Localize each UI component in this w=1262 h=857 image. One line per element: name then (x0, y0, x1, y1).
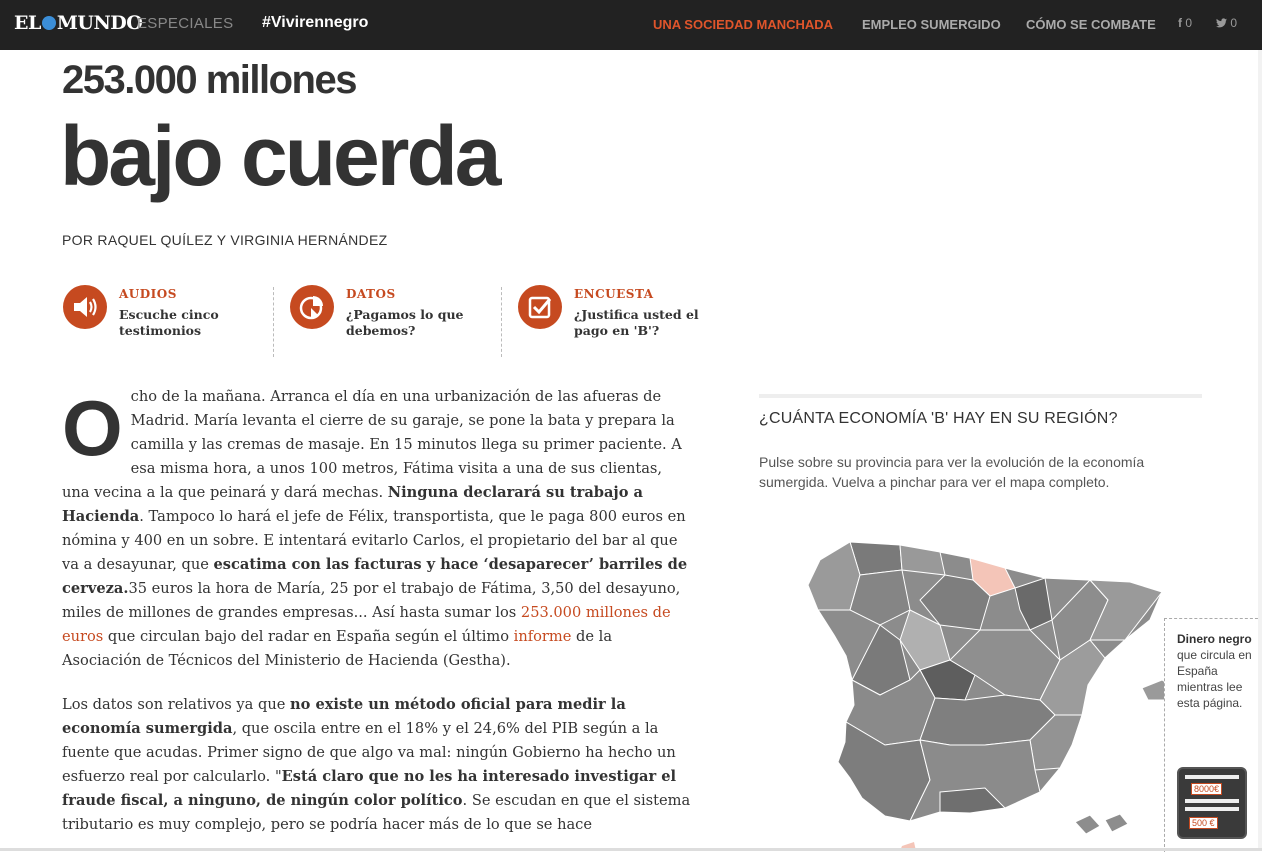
counter-slot (1185, 775, 1239, 779)
facebook-icon: f (1178, 16, 1182, 30)
feature-title: DATOS (346, 287, 396, 301)
link-informe[interactable]: informe (514, 628, 572, 645)
counter-slot (1185, 807, 1239, 811)
dinero-negro-text: Dinero negro que circula en España mient… (1177, 631, 1257, 711)
dinero-negro-widget: Dinero negro que circula en España mient… (1164, 618, 1262, 852)
feature-divider (273, 287, 274, 357)
spain-province-map[interactable] (790, 530, 1190, 851)
counter-slot (1185, 799, 1239, 803)
text-run: Los datos son relativos ya que (62, 696, 291, 713)
feature-title: ENCUESTA (574, 287, 654, 301)
twitter-count: 0 (1230, 16, 1238, 30)
feature-datos[interactable]: DATOS ¿Pagamos lo que debemos? (290, 285, 490, 357)
logo-text-left: EL (14, 12, 41, 34)
twitter-icon (1216, 18, 1227, 28)
paragraph: Ocho de la mañana. Arranca el día en una… (62, 385, 694, 673)
amount-bottom: 500 € (1189, 817, 1218, 829)
feature-divider (501, 287, 502, 357)
headline-kicker: 253.000 millones (62, 58, 357, 102)
nav-como-se-combate[interactable]: CÓMO SE COMBATE (1026, 17, 1156, 32)
feature-encuesta[interactable]: ENCUESTA ¿Justifica usted el pago en 'B'… (518, 285, 718, 357)
twitter-share[interactable]: 0 (1216, 16, 1237, 30)
province-canarias[interactable] (1074, 813, 1129, 835)
sidebar-rule (759, 394, 1202, 398)
nav-empleo-sumergido[interactable]: EMPLEO SUMERGIDO (862, 17, 1001, 32)
province-galicia[interactable] (807, 541, 861, 611)
sidebar-title: ¿CUÁNTA ECONOMÍA 'B' HAY EN SU REGIÓN? (759, 410, 1118, 427)
speaker-icon (63, 285, 107, 329)
paragraph: Los datos son relativos ya que no existe… (62, 693, 694, 837)
sidebar-text: Pulse sobre su provincia para ver la evo… (759, 454, 1145, 490)
vertical-scrollbar[interactable] (1258, 50, 1262, 851)
headline-title: bajo cuerda (60, 109, 501, 203)
cash-counter-icon: 8000€ 500 € (1177, 767, 1247, 839)
globe-icon (41, 16, 56, 30)
feature-subtitle: ¿Justifica usted el pago en 'B'? (574, 307, 699, 338)
feature-title: AUDIOS (119, 287, 177, 301)
dinero-negro-description: que circula en España mientras lee esta … (1177, 648, 1252, 710)
province-cantabria[interactable] (899, 544, 946, 576)
feature-subtitle: ¿Pagamos lo que debemos? (346, 307, 464, 338)
feature-subtitle: Escuche cinco testimonios (119, 307, 219, 338)
facebook-share[interactable]: f 0 (1178, 16, 1192, 30)
checkbox-icon (518, 285, 562, 329)
amount-top: 8000€ (1191, 783, 1223, 795)
nav-una-sociedad-manchada[interactable]: UNA SOCIEDAD MANCHADA (653, 17, 833, 32)
section-link[interactable]: ESPECIALES (137, 15, 233, 32)
dinero-negro-label: Dinero negro (1177, 632, 1252, 646)
dropcap: O (62, 384, 123, 472)
el-mundo-logo[interactable]: EL MUNDO (14, 12, 143, 34)
logo-text-right: MUNDO (56, 12, 143, 34)
facebook-count: 0 (1185, 16, 1193, 30)
pie-chart-icon (290, 285, 334, 329)
byline: POR RAQUEL QUÍLEZ Y VIRGINIA HERNÁNDEZ (62, 232, 388, 248)
article-body: Ocho de la mañana. Arranca el día en una… (62, 385, 694, 857)
top-bar: EL MUNDO ESPECIALES #Vivirennegro UNA SOC… (0, 0, 1262, 50)
feature-audios[interactable]: AUDIOS Escuche cinco testimonios (63, 285, 263, 357)
hashtag-title[interactable]: #Vivirennegro (262, 14, 368, 32)
text-run: que circulan bajo del radar en España se… (103, 628, 514, 645)
